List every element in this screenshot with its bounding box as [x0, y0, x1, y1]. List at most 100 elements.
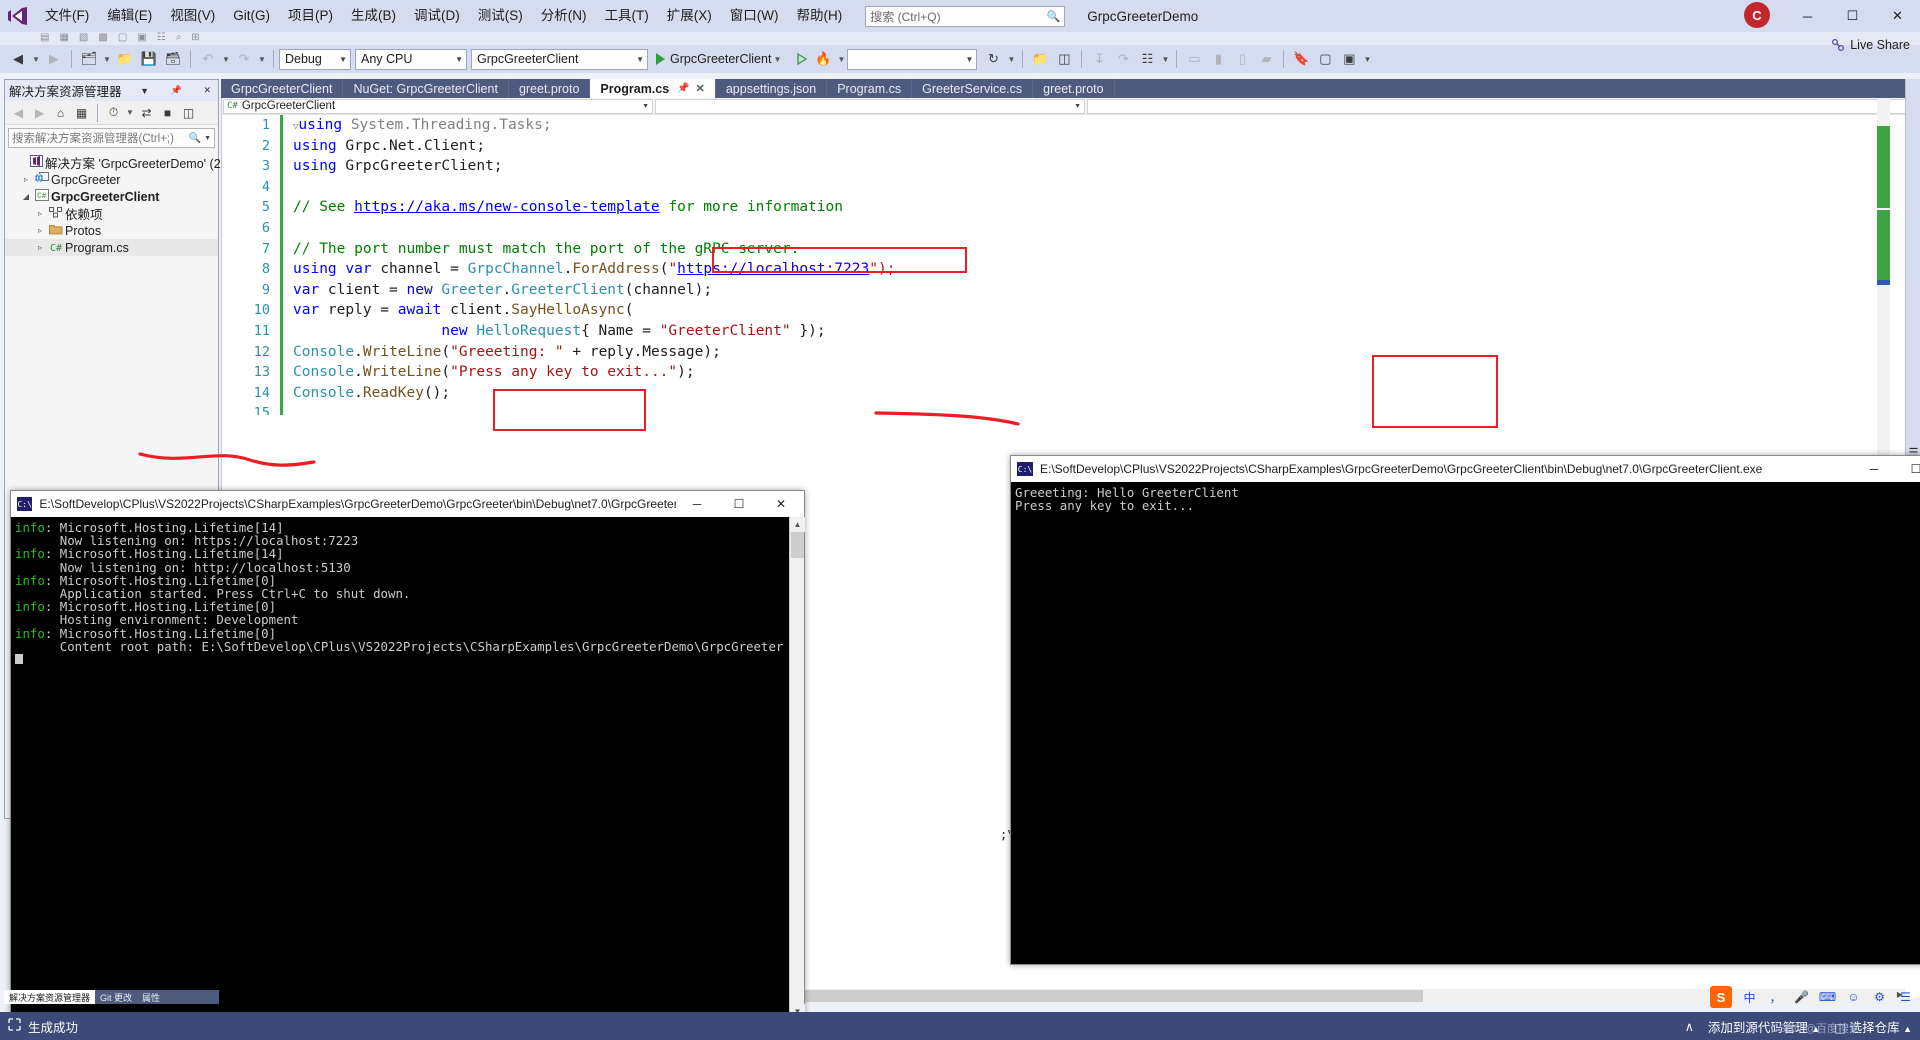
minimize-button[interactable]: ─ — [1853, 456, 1895, 482]
menu-item-help[interactable]: 帮助(H) — [787, 0, 851, 32]
ime-punctuation-icon[interactable]: ， — [1767, 989, 1784, 1006]
menu-item-window[interactable]: 窗口(W) — [721, 0, 788, 32]
chevron-down-icon[interactable]: ▼ — [630, 55, 644, 64]
ime-toolbox-icon[interactable]: ⚙ — [1871, 989, 1888, 1006]
window-layout-icon[interactable]: ◫ — [1052, 48, 1076, 70]
twisty-icon[interactable]: ▹ — [33, 243, 47, 252]
configuration-combo[interactable]: Debug ▼ — [279, 48, 351, 70]
redo-caret-icon[interactable]: ▼ — [256, 55, 268, 64]
step-into-icon[interactable]: ↧ — [1087, 48, 1111, 70]
chevron-down-icon[interactable]: ▼ — [960, 55, 974, 64]
twisty-icon[interactable]: ◢ — [19, 192, 33, 201]
status-chevron-icon[interactable]: ∧ — [1685, 1019, 1694, 1034]
quick-search-input[interactable]: 搜索 (Ctrl+Q) 🔍 — [865, 5, 1066, 27]
solution-folder-icon[interactable]: 📁 — [1028, 48, 1052, 70]
maximize-button[interactable]: ☐ — [1895, 456, 1920, 482]
save-all-icon[interactable]: 🗃 — [161, 48, 185, 70]
menu-item-file[interactable]: 文件(F) — [36, 0, 98, 32]
live-share-button[interactable]: Live Share — [1831, 31, 1910, 59]
output-icon[interactable]: ▰ — [1254, 48, 1278, 70]
new-project-icon[interactable]: 🗂 — [77, 48, 101, 70]
menu-item-tools[interactable]: 工具(T) — [596, 0, 658, 32]
properties-window-icon[interactable]: ◫ — [178, 103, 199, 123]
back-icon[interactable]: ◀ — [8, 103, 29, 123]
code-text-area[interactable]: 1 ▽using System.Threading.Tasks; 2 using G… — [222, 115, 1920, 415]
tree-node-grpcgreeterclient[interactable]: ◢ C# GrpcGreeterClient — [5, 188, 218, 205]
editor-tab-greeterservice-cs[interactable]: GreeterService.cs — [912, 79, 1034, 98]
process-combo[interactable]: ▼ — [847, 48, 978, 70]
format-icon-5[interactable]: ▢ — [118, 32, 127, 43]
console-server-title-bar[interactable]: C:\ E:\SoftDevelop\CPlus\VS2022Projects\… — [11, 491, 804, 517]
twisty-icon[interactable]: ▹ — [33, 209, 47, 218]
tree-node-program-cs[interactable]: ▹ C# Program.cs — [5, 239, 218, 256]
menu-item-test[interactable]: 测试(S) — [469, 0, 532, 32]
navigate-back-icon[interactable]: ◀ — [6, 48, 30, 70]
undo-icon[interactable]: ↶ — [196, 48, 220, 70]
pending-changes-icon[interactable]: ⏱ — [103, 103, 124, 123]
format-icon-7[interactable]: ☷ — [157, 32, 166, 43]
bookmark-icon[interactable]: 🔖 — [1289, 48, 1313, 70]
panel-menu-icon[interactable]: ▼ — [137, 86, 152, 96]
navigate-back-caret-icon[interactable]: ▼ — [30, 55, 42, 64]
editor-tab-greet-proto-2[interactable]: greet.proto — [1033, 79, 1115, 98]
menu-item-view[interactable]: 视图(V) — [161, 0, 224, 32]
tree-node-grpcgreeter[interactable]: ▹ GrpcGreeter — [5, 171, 218, 188]
ime-chinese-icon[interactable]: 中 — [1741, 989, 1758, 1006]
layout-icon[interactable]: ☷ — [1135, 48, 1159, 70]
start-debug-button[interactable]: GrpcGreeterClient ▼ — [652, 48, 787, 70]
save-icon[interactable]: 💾 — [137, 48, 161, 70]
home-icon[interactable]: ⌂ — [50, 103, 71, 123]
menu-item-project[interactable]: 项目(P) — [279, 0, 342, 32]
chevron-up-icon[interactable]: ▲ — [1903, 1024, 1912, 1034]
sogou-ime-icon[interactable]: S — [1710, 986, 1732, 1008]
console-window-server[interactable]: C:\ E:\SoftDevelop\CPlus\VS2022Projects\… — [10, 490, 805, 1020]
format-icon-4[interactable]: ▩ — [98, 32, 107, 43]
layout-caret-icon[interactable]: ▼ — [1159, 55, 1171, 64]
close-button[interactable]: ✕ — [760, 491, 802, 517]
nav-member-combo[interactable]: ▼ — [1087, 98, 1917, 114]
editor-tab-program-cs-2[interactable]: Program.cs — [827, 79, 913, 98]
chevron-down-icon[interactable]: ▼ — [201, 135, 211, 142]
twisty-icon[interactable]: ▹ — [33, 226, 47, 235]
ime-keyboard-icon[interactable]: ⌨ — [1819, 989, 1836, 1006]
format-icon-8[interactable]: ⌕ — [176, 32, 182, 43]
editor-tab-greet-proto-1[interactable]: greet.proto — [508, 79, 591, 98]
chevron-down-icon[interactable]: ▼ — [771, 55, 783, 64]
chevron-down-icon[interactable]: ▼ — [124, 108, 136, 117]
format-icon-6[interactable]: ▣ — [137, 32, 146, 43]
hot-reload-icon[interactable]: 🔥 — [811, 48, 835, 70]
properties-icon[interactable]: ▮ — [1206, 48, 1230, 70]
sync-with-active-doc-icon[interactable]: ⇄ — [136, 103, 157, 123]
console-client-title-bar[interactable]: C:\ E:\SoftDevelop\CPlus\VS2022Projects\… — [1011, 456, 1920, 482]
menu-item-git[interactable]: Git(G) — [224, 0, 279, 32]
dock-tab-solution-explorer[interactable]: 解决方案资源管理器 — [4, 990, 96, 1004]
collapse-all-icon[interactable]: ■ — [157, 103, 178, 123]
tree-node-solution[interactable]: 解决方案 'GrpcGreeterDemo' (2 个项目 — [5, 154, 262, 171]
chevron-down-icon[interactable]: ▼ — [1070, 103, 1081, 110]
menu-item-edit[interactable]: 编辑(E) — [98, 0, 161, 32]
panel-close-icon[interactable]: ✕ — [200, 85, 214, 96]
editor-tab-nuget[interactable]: NuGet: GrpcGreeterClient — [343, 79, 509, 98]
search-icon[interactable]: 🔍 — [189, 133, 201, 144]
format-icon-3[interactable]: ▧ — [79, 32, 88, 43]
forward-icon[interactable]: ▶ — [29, 103, 50, 123]
console-window-client[interactable]: C:\ E:\SoftDevelop\CPlus\VS2022Projects\… — [1010, 455, 1920, 965]
comment-icon[interactable]: ▢ — [1313, 48, 1337, 70]
editor-tab-grpcgreeterclient[interactable]: GrpcGreeterClient — [221, 79, 344, 98]
menu-item-extensions[interactable]: 扩展(X) — [658, 0, 721, 32]
twisty-icon[interactable]: ▹ — [19, 175, 33, 184]
navigate-forward-icon[interactable]: ▶ — [42, 48, 66, 70]
chevron-down-icon[interactable]: ▼ — [638, 103, 649, 110]
panel-pin-icon[interactable]: 📌 — [168, 85, 185, 96]
close-icon[interactable]: ✕ — [696, 82, 705, 95]
solution-explorer-search-input[interactable]: 搜索解决方案资源管理器(Ctrl+;) 🔍 ▼ — [8, 128, 215, 148]
menu-item-debug[interactable]: 调试(D) — [405, 0, 469, 32]
tree-node-protos[interactable]: ▹ Protos — [5, 222, 218, 239]
ime-voice-icon[interactable]: 🎤 — [1793, 989, 1810, 1006]
console-server-scrollbar[interactable]: ▲ ▼ — [789, 517, 805, 1019]
solution-view-icon[interactable]: ▦ — [71, 103, 92, 123]
hot-reload-caret-icon[interactable]: ▼ — [835, 55, 847, 64]
ime-emoji-icon[interactable]: ☺ — [1845, 989, 1862, 1006]
step-over-icon[interactable]: ↷ — [1111, 48, 1135, 70]
platform-combo[interactable]: Any CPU ▼ — [355, 48, 467, 70]
